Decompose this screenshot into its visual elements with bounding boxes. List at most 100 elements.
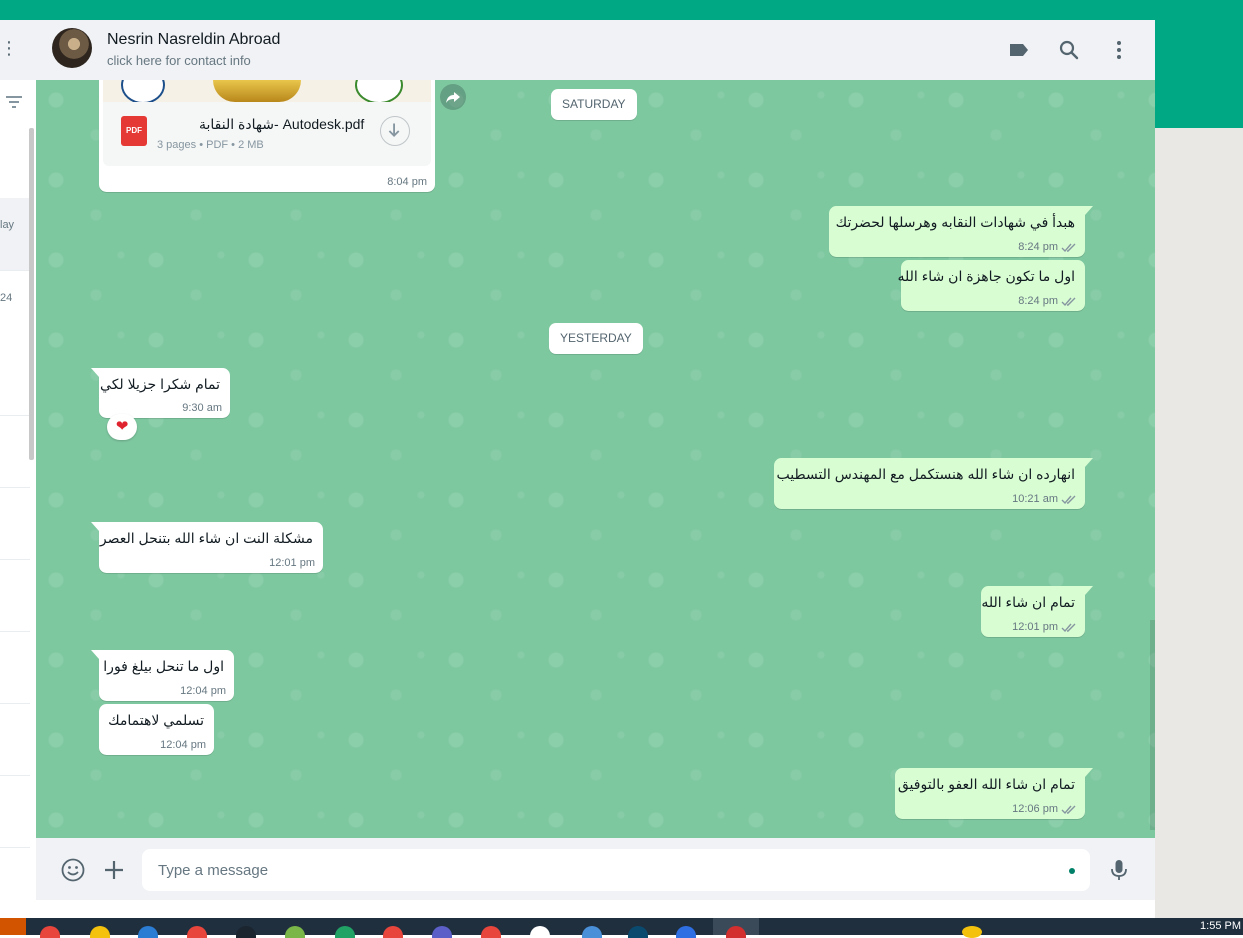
os-taskbar: 1:55 PM	[0, 918, 1243, 938]
contact-name[interactable]: Nesrin Nasreldin Abroad	[107, 31, 280, 49]
message-text: اول ما تنحل بيلغ فورا	[103, 658, 224, 674]
incoming-message[interactable]: اول ما تنحل بيلغ فورا 12:04 pm	[91, 650, 234, 701]
message-meta: 12:06 pm	[1012, 803, 1077, 815]
certificate-seal-image	[121, 80, 165, 102]
message-text: تمام شكرا جزيلا لكي	[100, 376, 220, 392]
chat-messages-pane[interactable]: PDF شهادة النقابة- Autodesk.pdf 3 pages …	[36, 80, 1155, 838]
message-time: 8:04 pm	[387, 176, 427, 188]
document-message[interactable]: PDF شهادة النقابة- Autodesk.pdf 3 pages …	[99, 80, 435, 192]
chat-list-item[interactable]: 24	[0, 270, 30, 416]
incoming-message[interactable]: تسلمي لاهتمامك 12:04 pm	[99, 704, 214, 755]
teams-icon[interactable]	[432, 926, 452, 938]
chat-list-item[interactable]	[0, 631, 30, 704]
menu-icon[interactable]	[1107, 38, 1131, 62]
avatar[interactable]	[52, 28, 92, 68]
message-text: مشكلة النت ان شاء الله بتنحل العصر	[99, 530, 313, 546]
message-meta: 10:21 am	[1012, 493, 1077, 505]
document-thumbnail[interactable]	[103, 80, 431, 102]
outgoing-message[interactable]: هبدأ في شهادات النقابه وهرسلها لحضرتك 8:…	[829, 206, 1093, 257]
microphone-icon[interactable]	[1106, 857, 1132, 883]
message-meta: 12:04 pm	[160, 739, 206, 751]
message-time: 8:24 pm	[1018, 241, 1058, 253]
message-text: هبدأ في شهادات النقابه وهرسلها لحضرتك	[835, 214, 1075, 230]
chat-list-item[interactable]	[0, 775, 30, 848]
app-icon[interactable]	[383, 926, 403, 938]
pdf-icon: PDF	[121, 116, 147, 146]
app-side-band	[1155, 20, 1243, 128]
chat-list-item[interactable]	[0, 128, 30, 199]
start-button[interactable]	[0, 918, 26, 935]
chat-scrollbar[interactable]	[1150, 620, 1155, 830]
contact-info-link[interactable]: click here for contact info	[107, 53, 251, 68]
sidebar-header: ⋮	[0, 20, 36, 80]
attach-plus-icon[interactable]	[101, 857, 127, 883]
search-icon[interactable]	[1057, 38, 1081, 62]
message-text: انهارده ان شاء الله هنستكمل مع المهندس ا…	[776, 466, 1076, 482]
message-text: تسلمي لاهتمامك	[108, 712, 204, 728]
app-icon[interactable]	[676, 926, 696, 938]
message-meta: 12:04 pm	[180, 685, 226, 697]
read-check-icon	[1061, 297, 1076, 306]
document-card[interactable]: PDF شهادة النقابة- Autodesk.pdf 3 pages …	[103, 102, 431, 166]
message-time: 10:21 am	[1012, 493, 1058, 505]
read-check-icon	[1061, 495, 1076, 504]
app-icon[interactable]	[285, 926, 305, 938]
chat-list-item[interactable]	[0, 487, 30, 560]
weather-icon[interactable]	[962, 926, 982, 938]
message-input[interactable]	[142, 849, 1090, 891]
message-meta: 8:24 pm	[1018, 295, 1077, 307]
app-icon[interactable]	[90, 926, 110, 938]
taskbar-active-app[interactable]	[713, 918, 759, 938]
excel-icon[interactable]	[335, 926, 355, 938]
message-time: 9:30 am	[182, 402, 222, 414]
heart-reaction-icon[interactable]: ❤	[107, 414, 137, 440]
label-icon[interactable]	[1007, 38, 1031, 62]
download-icon[interactable]	[380, 116, 410, 146]
outgoing-message[interactable]: انهارده ان شاء الله هنستكمل مع المهندس ا…	[774, 458, 1093, 509]
chrome-icon[interactable]	[40, 926, 60, 938]
outgoing-message[interactable]: تمام ان شاء الله 12:01 pm	[981, 586, 1093, 637]
taskbar-clock[interactable]: 1:55 PM	[1200, 920, 1241, 932]
chat-list-sidebar: ⋮ lay 24	[0, 20, 37, 900]
document-name: شهادة النقابة- Autodesk.pdf	[199, 116, 365, 132]
message-meta: 9:30 am	[182, 402, 222, 414]
app-icon[interactable]	[628, 926, 648, 938]
app-icon[interactable]	[236, 926, 256, 938]
forward-icon[interactable]	[440, 84, 466, 110]
chat-list-item[interactable]	[0, 703, 30, 776]
sidebar-menu-icon[interactable]: ⋮	[0, 38, 18, 58]
message-meta: 12:01 pm	[1012, 621, 1077, 633]
read-check-icon	[1061, 243, 1076, 252]
incoming-message[interactable]: مشكلة النت ان شاء الله بتنحل العصر 12:01…	[91, 522, 323, 573]
emoji-icon[interactable]	[60, 857, 86, 883]
outgoing-message[interactable]: تمام ان شاء الله العفو بالتوفيق 12:06 pm	[895, 768, 1093, 819]
app-icon[interactable]	[138, 926, 158, 938]
incoming-message[interactable]: تمام شكرا جزيلا لكي 9:30 am	[91, 368, 230, 418]
day-separator: YESTERDAY	[549, 323, 643, 354]
filter-icon[interactable]	[6, 96, 22, 110]
certificate-logo-image	[355, 80, 403, 102]
message-text: اول ما تكون جاهزة ان شاء الله	[897, 268, 1075, 284]
chat-header[interactable]: Nesrin Nasreldin Abroad click here for c…	[36, 20, 1155, 81]
outgoing-message[interactable]: اول ما تكون جاهزة ان شاء الله 8:24 pm	[897, 260, 1085, 311]
read-check-icon	[1061, 623, 1076, 632]
message-time: 12:04 pm	[180, 685, 226, 697]
message-time: 12:04 pm	[160, 739, 206, 751]
sidebar-scrollbar[interactable]	[29, 128, 34, 460]
day-separator: SATURDAY	[551, 89, 637, 120]
app-icon[interactable]	[582, 926, 602, 938]
message-time: 12:06 pm	[1012, 803, 1058, 815]
app-icon[interactable]	[187, 926, 207, 938]
read-check-icon	[1061, 805, 1076, 814]
app-icon[interactable]	[726, 926, 746, 938]
message-time: 12:01 pm	[269, 557, 315, 569]
chat-list-item-active[interactable]: lay	[0, 198, 30, 271]
chat-list-item[interactable]	[0, 559, 30, 632]
app-icon[interactable]	[530, 926, 550, 938]
app-top-band	[0, 0, 1243, 20]
app-icon[interactable]	[481, 926, 501, 938]
chat-list-item[interactable]	[0, 415, 30, 488]
message-meta: 8:24 pm	[1018, 241, 1077, 253]
chat-list-item-date: 24	[0, 292, 13, 304]
certificate-gold-image	[213, 80, 301, 102]
